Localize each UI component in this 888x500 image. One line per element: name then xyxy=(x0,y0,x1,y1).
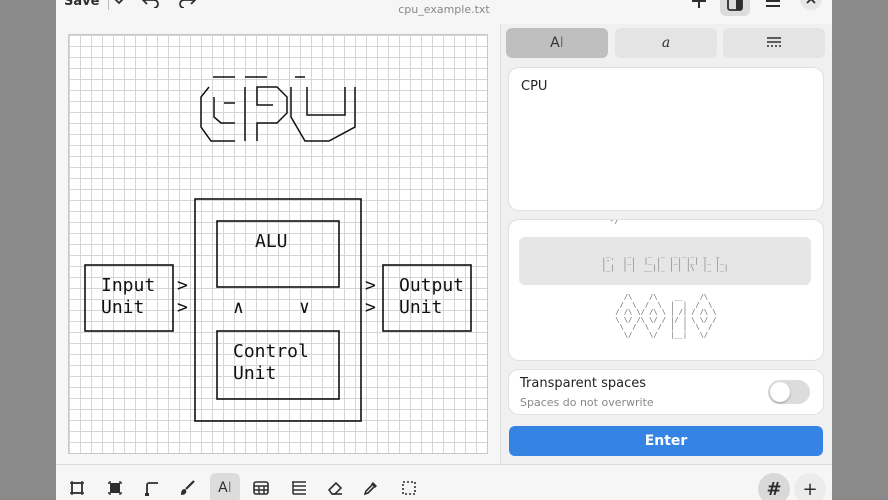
text-input-value: CPU xyxy=(521,79,548,94)
line-tool[interactable] xyxy=(136,473,166,500)
tool-bar: AI # + xyxy=(56,464,832,500)
tree-icon xyxy=(292,481,306,495)
sidebar-icon xyxy=(727,0,743,11)
input-label: Input xyxy=(101,275,156,296)
enter-button[interactable]: Enter xyxy=(509,426,823,456)
font-preview-selected[interactable]: _ _ _ _ _ _ _ _ _ |-' |_| |_ | |_| |_| |… xyxy=(519,237,811,285)
arrow-glyph: > xyxy=(177,275,188,296)
freehand-brush-tool[interactable] xyxy=(172,473,202,500)
text-input-area[interactable]: CPU xyxy=(509,68,823,210)
ascii-canvas-grid[interactable]: ALU Input Unit Output Unit Control Unit … xyxy=(68,34,488,454)
font-preview-glyphs: /\ /\ __ /\ / \ / \ | | / \ / /\ \/ /\ \… xyxy=(615,294,717,339)
selection-icon xyxy=(402,481,416,495)
close-icon xyxy=(806,0,816,4)
add-button[interactable]: + xyxy=(794,473,826,500)
rectangle-outline-icon xyxy=(70,481,84,495)
font-preview-stub: -/ xyxy=(609,220,620,226)
text-cursor-icon: AI xyxy=(218,480,232,496)
text-cursor-icon: AI xyxy=(550,35,564,51)
output-label: Output xyxy=(399,275,465,296)
window-title: cpu_example.txt xyxy=(398,3,490,16)
drawing-area: ALU Input Unit Output Unit Control Unit … xyxy=(56,24,500,464)
line-icon xyxy=(145,482,158,496)
transparent-spaces-row: Transparent spaces Spaces do not overwri… xyxy=(509,370,823,414)
unit-label-input: Unit xyxy=(101,297,145,318)
transparent-spaces-subtitle: Spaces do not overwrite xyxy=(520,396,654,409)
sidebar-toggle-button[interactable] xyxy=(720,0,750,16)
unit-label-control: Unit xyxy=(233,363,277,384)
filled-rectangle-tool[interactable] xyxy=(100,473,130,500)
header-bar: Save cpu_example.txt xyxy=(56,0,832,24)
tab-more[interactable] xyxy=(723,28,825,58)
toggle-knob xyxy=(770,382,790,402)
main-menu-hamburger-icon[interactable] xyxy=(762,0,784,9)
text-tool[interactable]: AI xyxy=(210,473,240,500)
unit-label-output: Unit xyxy=(399,297,443,318)
ascii-text-layer: ALU Input Unit Output Unit Control Unit … xyxy=(69,35,489,455)
eyedropper-icon xyxy=(363,482,377,496)
grid-hash-icon: # xyxy=(766,478,782,500)
arrow-glyph: ∧ xyxy=(233,297,244,318)
transparent-spaces-title: Transparent spaces xyxy=(520,376,647,391)
table-icon xyxy=(253,481,269,495)
plus-icon: + xyxy=(802,478,818,500)
brush-icon xyxy=(181,480,195,495)
filled-rectangle-icon xyxy=(108,481,122,495)
rectangle-outline-tool[interactable] xyxy=(62,473,92,500)
eraser-tool[interactable] xyxy=(320,473,350,500)
sidebar: AI a CPU -/ _ _ _ _ _ _ _ _ _ |-' |_| |_… xyxy=(501,24,832,464)
arrow-glyph: > xyxy=(365,275,376,296)
selection-tool[interactable] xyxy=(394,473,424,500)
font-preview-option[interactable]: /\ /\ __ /\ / \ / \ | | / \ / /\ \/ /\ \… xyxy=(509,294,823,339)
control-label: Control xyxy=(233,341,309,362)
eraser-icon xyxy=(327,481,343,495)
font-preview-glyphs: _ _ _ _ _ _ _ _ _ |-' |_| |_ | |_| |_| |… xyxy=(601,249,729,272)
new-file-plus-icon[interactable] xyxy=(688,0,710,9)
alu-label: ALU xyxy=(255,231,288,252)
app-window: Save cpu_example.txt ALU Input Unit Outp… xyxy=(56,0,832,500)
font-icon: a xyxy=(661,35,671,51)
arrow-glyph: > xyxy=(365,297,376,318)
tab-text-tool[interactable]: AI xyxy=(506,28,608,58)
grid-toggle-button[interactable]: # xyxy=(758,473,790,500)
tree-tool[interactable] xyxy=(284,473,314,500)
transparent-spaces-toggle[interactable] xyxy=(768,380,810,404)
font-preview-list[interactable]: -/ _ _ _ _ _ _ _ _ _ |-' |_| |_ | |_| |_… xyxy=(509,220,823,360)
tab-font[interactable]: a xyxy=(615,28,717,58)
arrow-glyph: > xyxy=(177,297,188,318)
text-lines-icon xyxy=(767,37,781,47)
table-tool[interactable] xyxy=(246,473,276,500)
picker-tool[interactable] xyxy=(356,473,386,500)
arrow-glyph: ∨ xyxy=(299,297,310,318)
